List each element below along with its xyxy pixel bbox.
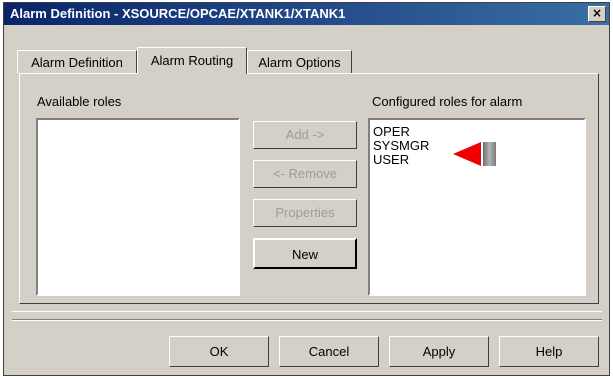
configured-roles-label: Configured roles for alarm [372, 94, 523, 109]
apply-button[interactable]: Apply [389, 336, 489, 367]
tab-alarm-options[interactable]: Alarm Options [247, 50, 352, 73]
available-roles-list[interactable] [36, 118, 240, 296]
title-bar: Alarm Definition - XSOURCE/OPCAE/XTANK1/… [4, 3, 609, 25]
list-item-oper[interactable]: OPER [370, 125, 584, 139]
separator-line-highlight [12, 320, 602, 321]
alarm-definition-dialog: Alarm Definition - XSOURCE/OPCAE/XTANK1/… [3, 2, 610, 376]
close-icon: × [591, 6, 603, 20]
add-button[interactable]: Add -> [253, 121, 357, 149]
remove-button[interactable]: <- Remove [253, 160, 357, 188]
separator-line [12, 311, 602, 312]
tab-alarm-definition[interactable]: Alarm Definition [17, 50, 137, 73]
arrow-tail-icon [483, 142, 496, 166]
window-title: Alarm Definition - XSOURCE/OPCAE/XTANK1/… [10, 6, 346, 21]
ok-button[interactable]: OK [169, 336, 269, 367]
cancel-button[interactable]: Cancel [279, 336, 379, 367]
help-button[interactable]: Help [499, 336, 599, 367]
properties-button[interactable]: Properties [253, 199, 357, 227]
available-roles-label: Available roles [37, 94, 122, 109]
red-arrow-icon [453, 142, 481, 166]
new-button[interactable]: New [253, 238, 357, 269]
close-button[interactable]: × [588, 6, 606, 22]
tab-alarm-routing[interactable]: Alarm Routing [137, 47, 247, 74]
